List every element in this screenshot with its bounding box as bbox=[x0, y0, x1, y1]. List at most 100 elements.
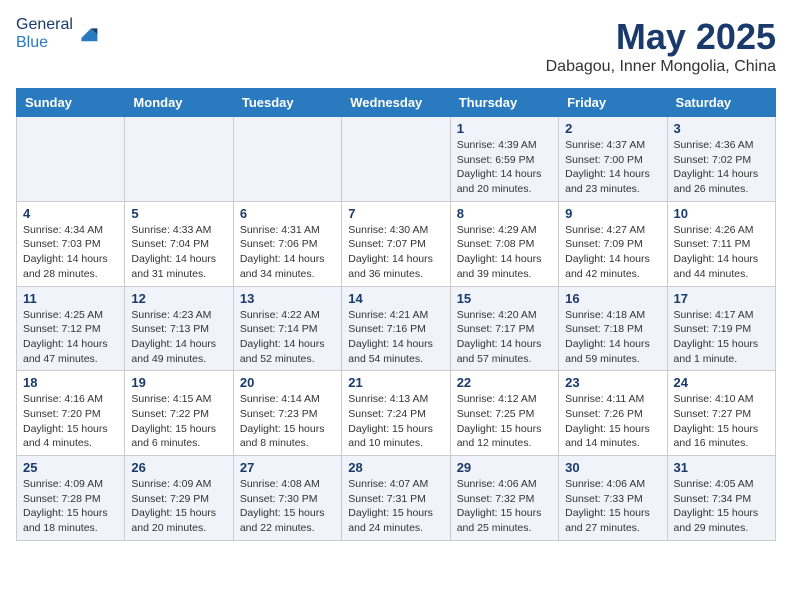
location-title: Dabagou, Inner Mongolia, China bbox=[546, 58, 776, 76]
title-section: May 2025 Dabagou, Inner Mongolia, China bbox=[546, 16, 776, 76]
calendar-cell: 19Sunrise: 4:15 AMSunset: 7:22 PMDayligh… bbox=[125, 371, 233, 456]
day-header-sunday: Sunday bbox=[17, 89, 125, 117]
logo: General Blue bbox=[16, 16, 99, 52]
day-info: Sunrise: 4:21 AMSunset: 7:16 PMDaylight:… bbox=[348, 308, 443, 367]
day-info: Sunrise: 4:29 AMSunset: 7:08 PMDaylight:… bbox=[457, 223, 552, 282]
calendar-cell: 8 Sunrise: 4:29 AMSunset: 7:08 PMDaylight… bbox=[450, 201, 558, 286]
day-info: Sunrise: 4:06 AMSunset: 7:33 PMDaylight:… bbox=[565, 477, 660, 536]
day-info: Sunrise: 4:33 AMSunset: 7:04 PMDaylight:… bbox=[131, 223, 226, 282]
day-info: Sunrise: 4:36 AMSunset: 7:02 PMDaylight:… bbox=[674, 138, 769, 197]
calendar-week-row: 1Sunrise: 4:39 AMSunset: 6:59 PMDaylight… bbox=[17, 117, 776, 202]
day-info: Sunrise: 4:09 AMSunset: 7:28 PMDaylight:… bbox=[23, 477, 118, 536]
day-number: 24 bbox=[674, 375, 769, 390]
logo-general: General bbox=[16, 16, 73, 33]
logo-text: General Blue bbox=[16, 16, 73, 52]
calendar-cell: 30 Sunrise: 4:06 AMSunset: 7:33 PMDayligh… bbox=[559, 456, 667, 541]
calendar-week-row: 25 Sunrise: 4:09 AMSunset: 7:28 PMDayligh… bbox=[17, 456, 776, 541]
calendar-cell: 18 Sunrise: 4:16 AMSunset: 7:20 PMDayligh… bbox=[17, 371, 125, 456]
calendar-cell bbox=[233, 117, 341, 202]
day-info: Sunrise: 4:16 AMSunset: 7:20 PMDaylight:… bbox=[23, 392, 118, 451]
calendar-cell: 1Sunrise: 4:39 AMSunset: 6:59 PMDaylight… bbox=[450, 117, 558, 202]
calendar-header-row: SundayMondayTuesdayWednesdayThursdayFrid… bbox=[17, 89, 776, 117]
day-number: 22 bbox=[457, 375, 552, 390]
day-header-saturday: Saturday bbox=[667, 89, 775, 117]
calendar-cell bbox=[17, 117, 125, 202]
day-number: 15 bbox=[457, 291, 552, 306]
calendar-cell: 14 Sunrise: 4:21 AMSunset: 7:16 PMDayligh… bbox=[342, 286, 450, 371]
day-info: Sunrise: 4:07 AMSunset: 7:31 PMDaylight:… bbox=[348, 477, 443, 536]
day-number: 31 bbox=[674, 460, 769, 475]
page-header: General Blue May 2025 Dabagou, Inner Mon… bbox=[16, 16, 776, 76]
day-info: Sunrise: 4:34 AMSunset: 7:03 PMDaylight:… bbox=[23, 223, 118, 282]
day-info: Sunrise: 4:09 AMSunset: 7:29 PMDaylight:… bbox=[131, 477, 226, 536]
day-number: 8 bbox=[457, 206, 552, 221]
day-number: 13 bbox=[240, 291, 335, 306]
day-number: 10 bbox=[674, 206, 769, 221]
day-number: 23 bbox=[565, 375, 660, 390]
day-number: 25 bbox=[23, 460, 118, 475]
day-number: 26 bbox=[131, 460, 226, 475]
day-number: 17 bbox=[674, 291, 769, 306]
day-number: 9 bbox=[565, 206, 660, 221]
day-info: Sunrise: 4:08 AMSunset: 7:30 PMDaylight:… bbox=[240, 477, 335, 536]
day-header-monday: Monday bbox=[125, 89, 233, 117]
day-info: Sunrise: 4:06 AMSunset: 7:32 PMDaylight:… bbox=[457, 477, 552, 536]
calendar-cell: 15 Sunrise: 4:20 AMSunset: 7:17 PMDayligh… bbox=[450, 286, 558, 371]
day-number: 28 bbox=[348, 460, 443, 475]
calendar-cell: 17 Sunrise: 4:17 AMSunset: 7:19 PMDayligh… bbox=[667, 286, 775, 371]
day-number: 1 bbox=[457, 121, 552, 136]
day-number: 6 bbox=[240, 206, 335, 221]
day-info: Sunrise: 4:11 AMSunset: 7:26 PMDaylight:… bbox=[565, 392, 660, 451]
day-number: 18 bbox=[23, 375, 118, 390]
day-info: Sunrise: 4:13 AMSunset: 7:24 PMDaylight:… bbox=[348, 392, 443, 451]
calendar-cell: 25 Sunrise: 4:09 AMSunset: 7:28 PMDayligh… bbox=[17, 456, 125, 541]
day-number: 30 bbox=[565, 460, 660, 475]
day-header-friday: Friday bbox=[559, 89, 667, 117]
day-info: Sunrise: 4:10 AMSunset: 7:27 PMDaylight:… bbox=[674, 392, 769, 451]
calendar-cell: 24 Sunrise: 4:10 AMSunset: 7:27 PMDayligh… bbox=[667, 371, 775, 456]
day-info: Sunrise: 4:20 AMSunset: 7:17 PMDaylight:… bbox=[457, 308, 552, 367]
day-number: 14 bbox=[348, 291, 443, 306]
day-number: 27 bbox=[240, 460, 335, 475]
day-header-tuesday: Tuesday bbox=[233, 89, 341, 117]
day-header-thursday: Thursday bbox=[450, 89, 558, 117]
day-info: Sunrise: 4:12 AMSunset: 7:25 PMDaylight:… bbox=[457, 392, 552, 451]
day-info: Sunrise: 4:26 AMSunset: 7:11 PMDaylight:… bbox=[674, 223, 769, 282]
day-info: Sunrise: 4:30 AMSunset: 7:07 PMDaylight:… bbox=[348, 223, 443, 282]
calendar-cell: 11Sunrise: 4:25 AMSunset: 7:12 PMDayligh… bbox=[17, 286, 125, 371]
calendar-cell: 21 Sunrise: 4:13 AMSunset: 7:24 PMDayligh… bbox=[342, 371, 450, 456]
calendar-cell: 27 Sunrise: 4:08 AMSunset: 7:30 PMDayligh… bbox=[233, 456, 341, 541]
day-info: Sunrise: 4:25 AMSunset: 7:12 PMDaylight:… bbox=[23, 308, 118, 367]
calendar-cell: 10 Sunrise: 4:26 AMSunset: 7:11 PMDayligh… bbox=[667, 201, 775, 286]
calendar-cell: 31 Sunrise: 4:05 AMSunset: 7:34 PMDayligh… bbox=[667, 456, 775, 541]
calendar-table: SundayMondayTuesdayWednesdayThursdayFrid… bbox=[16, 88, 776, 541]
day-info: Sunrise: 4:23 AMSunset: 7:13 PMDaylight:… bbox=[131, 308, 226, 367]
day-info: Sunrise: 4:18 AMSunset: 7:18 PMDaylight:… bbox=[565, 308, 660, 367]
calendar-cell bbox=[125, 117, 233, 202]
day-number: 4 bbox=[23, 206, 118, 221]
day-info: Sunrise: 4:05 AMSunset: 7:34 PMDaylight:… bbox=[674, 477, 769, 536]
calendar-cell: 29 Sunrise: 4:06 AMSunset: 7:32 PMDayligh… bbox=[450, 456, 558, 541]
day-info: Sunrise: 4:17 AMSunset: 7:19 PMDaylight:… bbox=[674, 308, 769, 367]
calendar-cell bbox=[342, 117, 450, 202]
calendar-cell: 3Sunrise: 4:36 AMSunset: 7:02 PMDaylight… bbox=[667, 117, 775, 202]
day-header-wednesday: Wednesday bbox=[342, 89, 450, 117]
day-number: 21 bbox=[348, 375, 443, 390]
day-number: 29 bbox=[457, 460, 552, 475]
calendar-cell: 7 Sunrise: 4:30 AMSunset: 7:07 PMDaylight… bbox=[342, 201, 450, 286]
day-number: 7 bbox=[348, 206, 443, 221]
calendar-cell: 20 Sunrise: 4:14 AMSunset: 7:23 PMDayligh… bbox=[233, 371, 341, 456]
calendar-cell: 22 Sunrise: 4:12 AMSunset: 7:25 PMDayligh… bbox=[450, 371, 558, 456]
day-number: 20 bbox=[240, 375, 335, 390]
logo-blue: Blue bbox=[16, 34, 48, 51]
calendar-week-row: 18 Sunrise: 4:16 AMSunset: 7:20 PMDayligh… bbox=[17, 371, 776, 456]
day-number: 19 bbox=[131, 375, 226, 390]
calendar-cell: 6 Sunrise: 4:31 AMSunset: 7:06 PMDaylight… bbox=[233, 201, 341, 286]
month-title: May 2025 bbox=[546, 16, 776, 58]
day-info: Sunrise: 4:14 AMSunset: 7:23 PMDaylight:… bbox=[240, 392, 335, 451]
calendar-cell: 23 Sunrise: 4:11 AMSunset: 7:26 PMDayligh… bbox=[559, 371, 667, 456]
calendar-week-row: 11Sunrise: 4:25 AMSunset: 7:12 PMDayligh… bbox=[17, 286, 776, 371]
day-info: Sunrise: 4:31 AMSunset: 7:06 PMDaylight:… bbox=[240, 223, 335, 282]
calendar-cell: 4 Sunrise: 4:34 AMSunset: 7:03 PMDaylight… bbox=[17, 201, 125, 286]
day-number: 16 bbox=[565, 291, 660, 306]
